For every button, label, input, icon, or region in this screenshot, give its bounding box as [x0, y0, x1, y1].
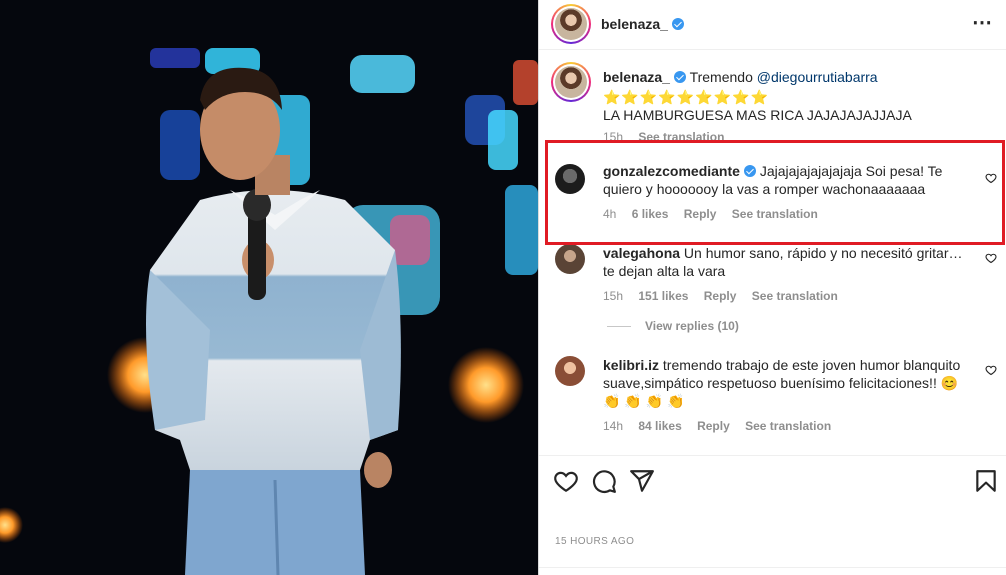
see-translation-link[interactable]: See translation	[732, 207, 818, 221]
caption-avatar[interactable]	[551, 62, 591, 102]
comment-likes[interactable]: 84 likes	[638, 419, 681, 433]
post-image	[0, 0, 538, 575]
commenter-avatar[interactable]	[555, 356, 585, 386]
commenter-username[interactable]: valegahona	[603, 245, 680, 261]
comment-time[interactable]: 14h	[603, 419, 623, 433]
verified-badge-icon	[673, 71, 686, 83]
heart-icon[interactable]	[553, 468, 579, 494]
commenter-avatar[interactable]	[555, 244, 585, 274]
view-replies-link[interactable]: View replies (10)	[607, 319, 739, 333]
caption-username[interactable]: belenaza_	[603, 69, 670, 85]
more-options-icon[interactable]: ⋯	[972, 10, 993, 35]
comment-meta: 4h 6 likes Reply See translation	[603, 207, 963, 221]
comment-like-heart-icon[interactable]	[985, 364, 997, 376]
comment-meta: 15h 151 likes Reply See translation	[603, 289, 963, 303]
commenter-username[interactable]: gonzalezcomediante	[603, 163, 740, 179]
author-avatar[interactable]	[551, 4, 591, 44]
see-translation-link[interactable]: See translation	[638, 130, 724, 144]
comment-meta: 14h 84 likes Reply See translation	[603, 419, 963, 433]
author-username[interactable]: belenaza_	[601, 16, 684, 32]
post-timestamp: 15 HOURS AGO	[555, 536, 635, 547]
caption-meta: 15h See translation	[603, 130, 993, 144]
reply-button[interactable]: Reply	[697, 419, 730, 433]
star-emojis: ⭐⭐⭐⭐⭐⭐⭐⭐⭐	[603, 89, 769, 105]
comment-likes[interactable]: 151 likes	[638, 289, 688, 303]
comment-likes[interactable]: 6 likes	[632, 207, 669, 221]
post-panel: belenaza_ ⋯ belenaza_ Tremendo @diegourr…	[538, 0, 1006, 575]
caption: belenaza_ Tremendo @diegourrutiabarra ⭐⭐…	[603, 68, 993, 144]
caption-time[interactable]: 15h	[603, 130, 623, 144]
see-translation-link[interactable]: See translation	[752, 289, 838, 303]
comment-time[interactable]: 4h	[603, 207, 616, 221]
see-translation-link[interactable]: See translation	[745, 419, 831, 433]
verified-badge-icon	[671, 18, 684, 30]
comment-like-heart-icon[interactable]	[985, 252, 997, 264]
commenter-username[interactable]: kelibri.iz	[603, 357, 659, 373]
caption-line-2: LA HAMBURGUESA MAS RICA JAJAJAJAJJAJA	[603, 107, 912, 123]
reply-button[interactable]: Reply	[704, 289, 737, 303]
comment-time[interactable]: 15h	[603, 289, 623, 303]
send-icon[interactable]	[629, 468, 655, 494]
commenter-avatar[interactable]	[555, 164, 585, 194]
stage-photo-illustration	[0, 0, 538, 575]
comment-like-heart-icon[interactable]	[985, 172, 997, 184]
divider	[539, 567, 1006, 575]
action-bar	[539, 455, 1006, 505]
caption-text: Tremendo	[689, 69, 753, 85]
bookmark-icon[interactable]	[973, 468, 999, 494]
post-header: belenaza_ ⋯	[539, 0, 1006, 50]
comment-icon[interactable]	[591, 468, 617, 494]
caption-mention[interactable]: @diegourrutiabarra	[757, 69, 878, 85]
reply-button[interactable]: Reply	[684, 207, 717, 221]
verified-badge-icon	[743, 165, 756, 177]
